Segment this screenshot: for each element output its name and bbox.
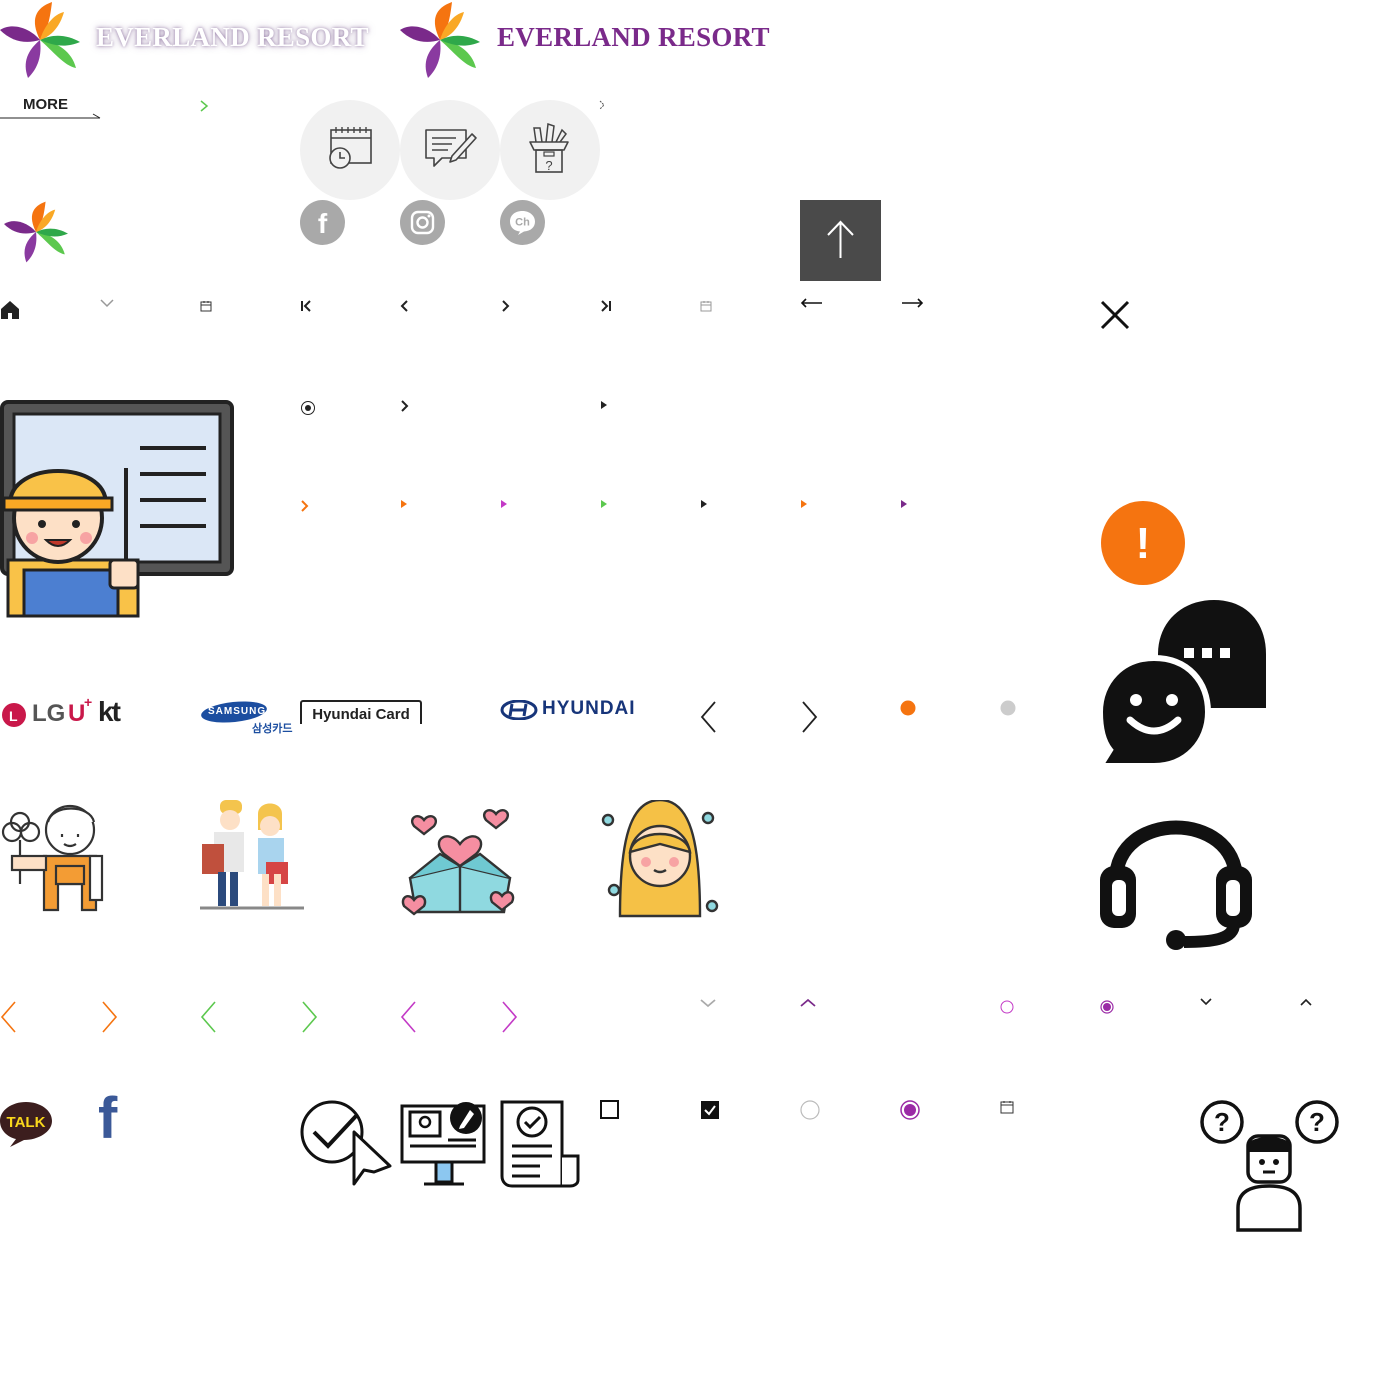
prev-page-icon[interactable] <box>400 300 410 312</box>
brand-name-purple: EVERLAND RESORT <box>497 22 770 52</box>
radio-checked-purple-icon[interactable] <box>900 1100 920 1120</box>
facebook-blue-icon[interactable]: f <box>98 1090 117 1148</box>
chevron-right-orange-icon[interactable] <box>300 500 310 512</box>
reservation-schedule-button[interactable] <box>300 100 400 200</box>
kakao-channel-link[interactable]: Ch <box>500 200 545 245</box>
chat-edit-icon <box>425 129 477 167</box>
close-icon[interactable] <box>1100 300 1130 330</box>
prev-magenta-icon[interactable] <box>400 1000 418 1034</box>
caret-right-icon[interactable] <box>600 400 608 410</box>
hyundai-text: HYUNDAI <box>542 698 636 719</box>
flower-logo-icon <box>400 2 480 78</box>
headset-icon <box>1100 820 1252 950</box>
gardener-icon <box>1 804 104 912</box>
chevron-down-gray-icon[interactable] <box>700 998 716 1008</box>
checkbox-unchecked-icon[interactable] <box>600 1100 620 1120</box>
calendar-light-icon[interactable] <box>700 300 712 312</box>
uplus-text: U <box>68 700 86 727</box>
checkbox-checked-icon[interactable] <box>700 1100 720 1120</box>
kt-text: kt <box>98 696 121 727</box>
chevron-up-purple-icon[interactable] <box>800 998 816 1008</box>
alert-icon: ! <box>1101 501 1185 585</box>
prev-orange-icon[interactable] <box>0 1000 18 1034</box>
couple-travelers-icon <box>200 800 304 910</box>
raincoat-child-icon <box>601 800 719 918</box>
first-page-icon[interactable] <box>300 300 312 312</box>
radio-selected-icon[interactable] <box>300 400 316 416</box>
caret-right-orange-2-icon[interactable] <box>800 499 808 509</box>
arrow-up-icon <box>827 220 854 258</box>
chat-bubbles-icon <box>1100 600 1266 768</box>
chevron-right-icon[interactable] <box>400 400 410 412</box>
kakao-talk-text: TALK <box>7 1114 46 1131</box>
scroll-top-button[interactable] <box>800 200 881 281</box>
hyundai-emblem-icon <box>500 700 538 720</box>
box-question-glyph: ? <box>545 158 552 173</box>
brand-name-white: EVERLAND RESORT <box>96 22 369 52</box>
next-magenta-icon[interactable] <box>500 1000 518 1034</box>
review-write-button[interactable] <box>400 100 500 200</box>
next-orange-icon[interactable] <box>100 1000 118 1034</box>
radio-purple-selected-icon[interactable] <box>1100 1000 1114 1014</box>
calendar-small-icon[interactable] <box>1000 1100 1014 1114</box>
hyundai-card-logo: Hyundai Card <box>300 700 422 724</box>
instagram-icon <box>410 210 435 235</box>
arrow-left-long-icon[interactable] <box>800 298 824 308</box>
flower-logo-icon <box>0 2 80 78</box>
next-green-icon[interactable] <box>300 1000 318 1034</box>
facebook-glyph: f <box>318 208 328 239</box>
pagination-dot[interactable] <box>1000 700 1016 716</box>
slider-next-icon[interactable] <box>800 700 818 734</box>
logo-white[interactable] <box>0 0 80 85</box>
chevron-down-small-icon[interactable] <box>1200 998 1212 1006</box>
construction-worker-icon <box>0 400 234 618</box>
radio-purple-empty-icon[interactable] <box>1000 1000 1014 1014</box>
kakao-channel-icon: Ch <box>510 211 535 235</box>
home-icon[interactable] <box>0 300 20 320</box>
kakao-talk-icon[interactable]: TALK <box>0 1100 52 1148</box>
caret-right-black-icon[interactable] <box>700 499 708 509</box>
last-page-icon[interactable] <box>600 300 612 312</box>
check-cursor-icon <box>300 1100 392 1186</box>
confused-person-help-icon: ? ? <box>1200 1100 1339 1232</box>
logo-color[interactable] <box>400 0 480 85</box>
svg-text:L: L <box>9 708 18 724</box>
instagram-link[interactable] <box>400 200 445 245</box>
alert-glyph: ! <box>1136 519 1151 568</box>
caret-right-purple-icon[interactable] <box>900 499 908 509</box>
caret-right-green-icon[interactable] <box>600 499 608 509</box>
prev-green-icon[interactable] <box>200 1000 218 1034</box>
flower-logo-icon <box>4 201 68 263</box>
lost-found-button[interactable]: ? <box>500 100 600 200</box>
calendar-icon[interactable] <box>200 300 212 312</box>
approved-document-icon <box>500 1100 580 1188</box>
logo-small[interactable] <box>0 200 72 269</box>
lg-text: LG <box>32 700 66 727</box>
help-glyph-left: ? <box>1214 1107 1230 1137</box>
calendar-clock-icon <box>329 127 372 169</box>
facebook-icon: f <box>318 208 328 239</box>
next-page-icon[interactable] <box>500 300 510 312</box>
profile-edit-monitor-icon <box>400 1102 486 1186</box>
pagination-dot-active[interactable] <box>900 700 916 716</box>
channel-glyph: Ch <box>515 217 530 229</box>
chevron-right-green-icon[interactable] <box>199 99 209 113</box>
heart-gift-box-icon <box>401 809 515 916</box>
arrow-right-long-icon[interactable] <box>900 298 924 308</box>
radio-empty-icon[interactable] <box>800 1100 820 1120</box>
samsung-text: SAMSUNG <box>208 706 267 717</box>
caret-right-orange-icon[interactable] <box>400 499 408 509</box>
facebook-link[interactable]: f <box>300 200 345 245</box>
more-arrow-icon <box>0 113 101 119</box>
uplus-plus: + <box>84 694 93 710</box>
help-glyph-right: ? <box>1309 1107 1325 1137</box>
samsung-sub-text: 삼성카드 <box>252 723 293 735</box>
slider-prev-icon[interactable] <box>700 700 718 734</box>
chevron-down-icon[interactable] <box>100 298 114 308</box>
caret-right-magenta-icon[interactable] <box>500 499 508 509</box>
box-question-icon: ? <box>529 122 569 173</box>
chevron-up-small-icon[interactable] <box>1300 998 1312 1006</box>
